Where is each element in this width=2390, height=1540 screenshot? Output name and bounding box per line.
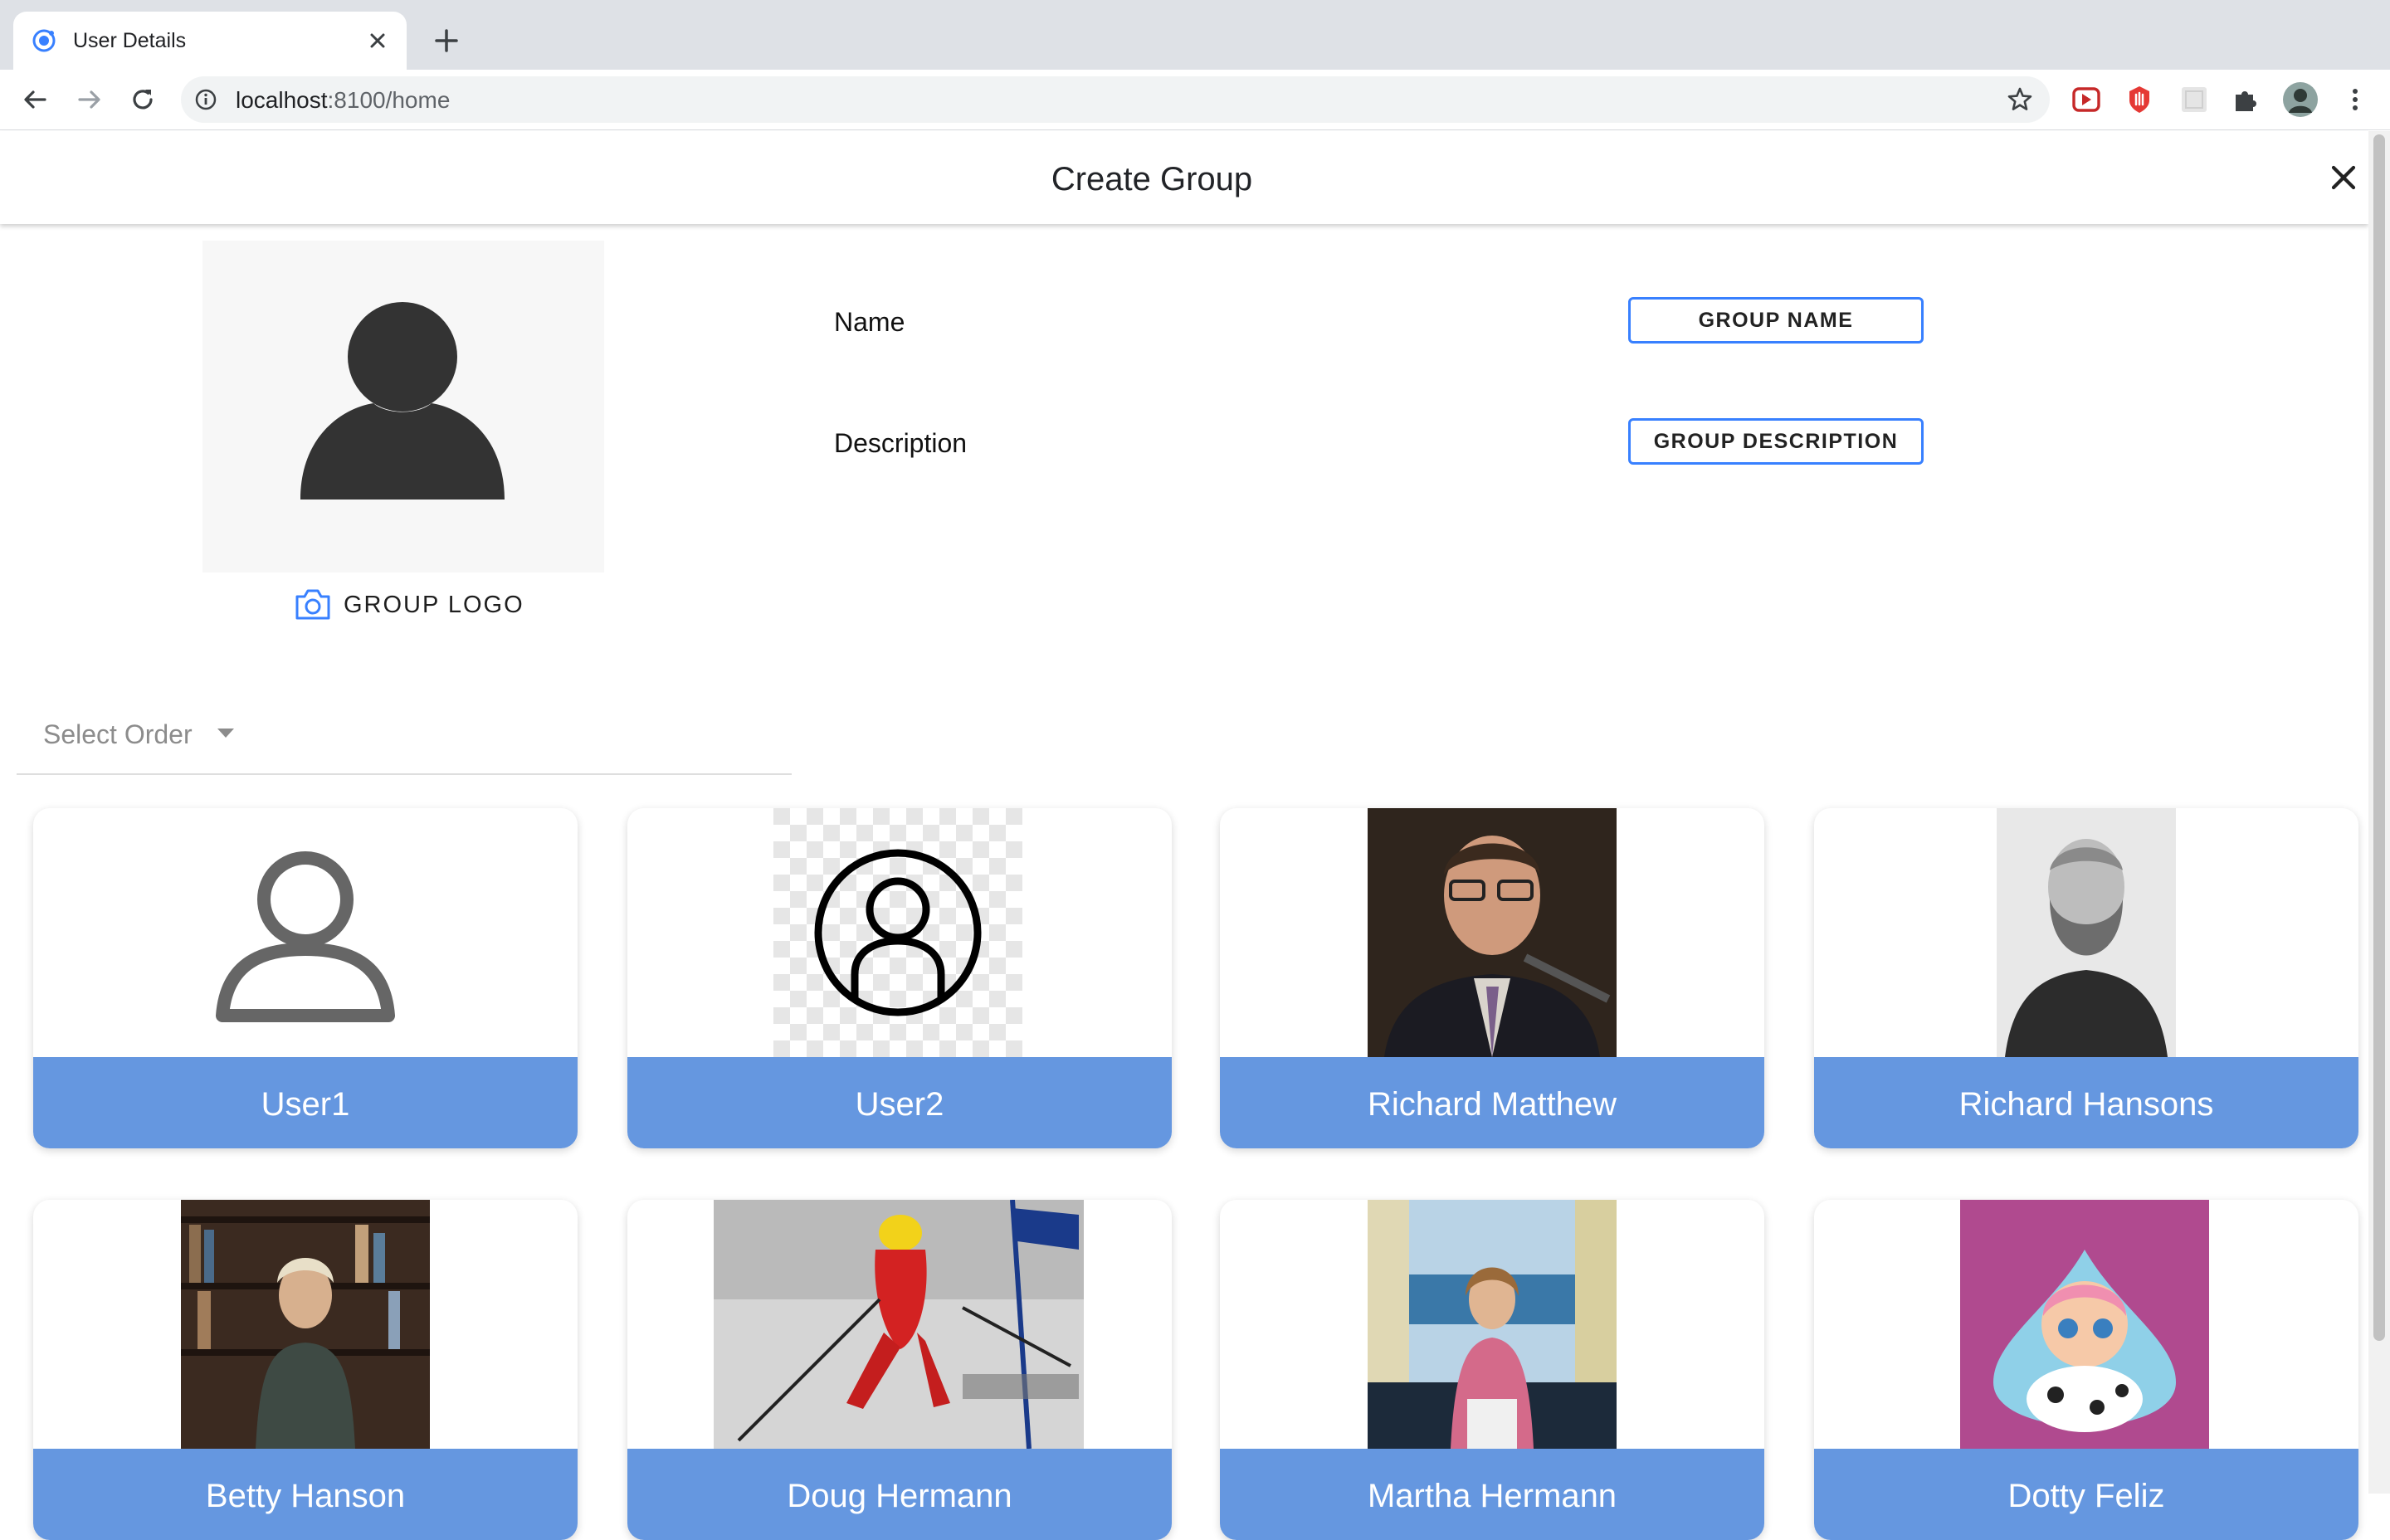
user-card[interactable]: Richard Matthew (1220, 808, 1764, 1148)
scrollbar-thumb[interactable] (2373, 134, 2385, 1341)
caret-down-icon (217, 729, 234, 738)
user-card[interactable]: Richard Hansons (1814, 808, 2358, 1148)
browser-tab-strip: User Details (0, 0, 2390, 70)
woman-balcony-photo (1368, 1200, 1617, 1449)
bearded-man-portrait-photo (1997, 808, 2176, 1057)
group-logo-preview[interactable] (202, 241, 604, 573)
user-card[interactable]: Dotty Feliz (1814, 1200, 2358, 1540)
user-name-label: Dotty Feliz (1814, 1449, 2358, 1540)
user-card[interactable]: Doug Hermann (627, 1200, 1172, 1540)
user-name-label: User1 (33, 1057, 578, 1148)
address-bar[interactable]: localhost:8100/home (181, 76, 2050, 123)
tab-close-icon[interactable] (363, 27, 392, 55)
user-name-label: Doug Hermann (627, 1449, 1172, 1540)
browser-tab[interactable]: User Details (13, 12, 407, 70)
person-outline-icon (216, 851, 395, 1022)
extension-red-play-icon[interactable] (2071, 85, 2101, 115)
extension-red-shield-icon[interactable] (2124, 85, 2154, 115)
modal-title: Create Group (1051, 161, 1253, 197)
woman-bookshelf-photo (181, 1200, 430, 1449)
user-name-label: User2 (627, 1057, 1172, 1148)
user-name-label: Martha Hermann (1220, 1449, 1764, 1540)
profile-avatar[interactable] (2282, 81, 2319, 118)
person-circle-icon (773, 808, 1022, 1057)
group-name-button[interactable]: GROUP NAME (1628, 297, 1924, 344)
extensions-puzzle-icon[interactable] (2231, 85, 2261, 115)
url-text: localhost:8100/home (236, 87, 450, 114)
camera-icon (295, 589, 330, 620)
select-order-dropdown[interactable]: Select Order (17, 712, 792, 775)
reload-icon[interactable] (126, 83, 159, 116)
dotty-cartoon-image (1960, 1200, 2209, 1449)
select-order-placeholder: Select Order (43, 719, 193, 749)
group-description-button[interactable]: GROUP DESCRIPTION (1628, 418, 1924, 465)
forward-arrow-icon[interactable] (73, 83, 106, 116)
ionic-favicon-icon (32, 29, 56, 52)
user-name-label: Richard Matthew (1220, 1057, 1764, 1148)
close-icon[interactable] (2327, 161, 2360, 194)
user-card[interactable]: User2 (627, 808, 1172, 1148)
user-name-label: Betty Hanson (33, 1449, 578, 1540)
site-info-icon[interactable] (194, 88, 217, 111)
bookmark-star-icon[interactable] (2007, 86, 2033, 113)
name-label: Name (834, 307, 905, 337)
skier-photo (714, 1200, 1084, 1449)
back-arrow-icon[interactable] (18, 83, 51, 116)
tab-title: User Details (73, 29, 187, 52)
url-host: localhost (236, 87, 328, 113)
user-card[interactable]: User1 (33, 808, 578, 1148)
group-logo-label: GROUP LOGO (344, 592, 524, 618)
description-label: Description (834, 428, 968, 458)
modal-header: Create Group (0, 131, 2368, 224)
man-with-glasses-photo (1368, 808, 1617, 1057)
browser-menu-icon[interactable] (2340, 85, 2370, 115)
extension-grey-puzzle-tile-icon[interactable] (2179, 85, 2209, 115)
user-card[interactable]: Betty Hanson (33, 1200, 578, 1540)
user-card[interactable]: Martha Hermann (1220, 1200, 1764, 1540)
new-tab-icon[interactable] (430, 24, 463, 57)
url-path: :8100/home (327, 87, 451, 113)
user-name-label: Richard Hansons (1814, 1057, 2358, 1148)
person-silhouette-icon (300, 302, 505, 500)
